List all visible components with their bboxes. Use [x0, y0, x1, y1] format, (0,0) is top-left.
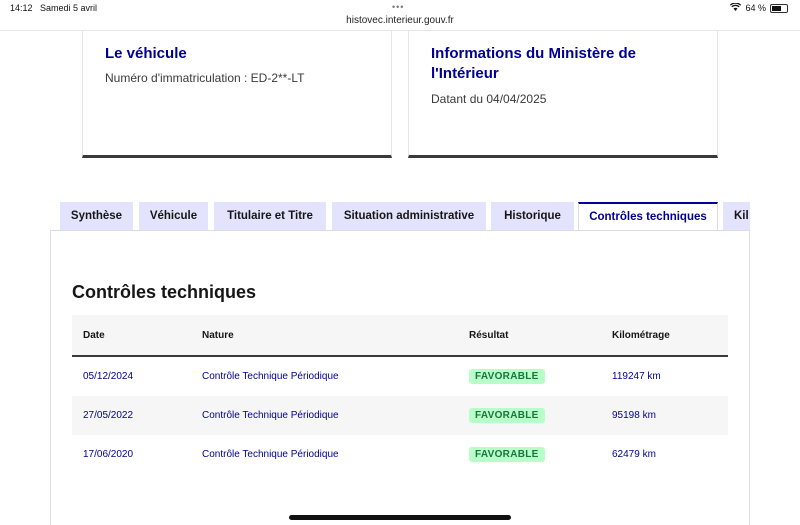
battery-percent: 64 %	[745, 3, 766, 13]
home-indicator[interactable]	[289, 515, 511, 520]
tab-bar: Synthèse Véhicule Titulaire et Titre Sit…	[60, 202, 750, 230]
registration-number: Numéro d'immatriculation : ED-2**-LT	[105, 71, 305, 85]
table-row: 27/05/2022 Contrôle Technique Périodique…	[72, 396, 728, 435]
battery-icon	[770, 3, 788, 13]
row-nature: Contrôle Technique Périodique	[202, 396, 469, 435]
status-date: Samedi 5 avril	[40, 3, 98, 13]
inspections-table: Date Nature Résultat Kilométrage 05/12/2…	[72, 315, 728, 474]
row-nature: Contrôle Technique Périodique	[202, 449, 339, 460]
row-result: FAVORABLE	[469, 356, 612, 396]
tab-kilometrage[interactable]: Kil	[723, 202, 750, 230]
ministry-card: Informations du Ministère de l'Intérieur…	[408, 31, 718, 158]
row-date: 17/06/2020	[83, 449, 134, 460]
row-mileage: 62479 km	[612, 449, 656, 460]
vehicle-card-title: Le véhicule	[105, 45, 187, 62]
table-row: 17/06/2020 Contrôle Technique Périodique…	[72, 435, 728, 474]
row-result: FAVORABLE	[469, 396, 612, 435]
address-bar[interactable]: histovec.interieur.gouv.fr	[0, 15, 800, 26]
tab-titulaire[interactable]: Titulaire et Titre	[214, 202, 326, 230]
result-badge: FAVORABLE	[469, 369, 545, 384]
row-date: 05/12/2024	[83, 371, 134, 382]
tab-synthese[interactable]: Synthèse	[60, 202, 133, 230]
table-header-row: Date Nature Résultat Kilométrage	[72, 315, 728, 357]
table-row: 05/12/2024 Contrôle Technique Périodique…	[72, 356, 728, 396]
tab-vehicule[interactable]: Véhicule	[139, 202, 208, 230]
column-header-result: Résultat	[469, 315, 612, 357]
section-title: Contrôles techniques	[72, 282, 257, 302]
column-header-mileage: Kilométrage	[612, 315, 728, 357]
result-badge: FAVORABLE	[469, 447, 545, 462]
row-result: FAVORABLE	[469, 435, 612, 474]
ministry-card-title: Informations du Ministère de l'Intérieur	[431, 45, 637, 82]
row-mileage: 119247 km	[612, 371, 661, 382]
tab-historique[interactable]: Historique	[491, 202, 574, 230]
ministry-date: Datant du 04/04/2025	[431, 92, 547, 106]
result-badge: FAVORABLE	[469, 408, 545, 423]
row-mileage: 95198 km	[612, 396, 728, 435]
column-header-nature: Nature	[202, 315, 469, 357]
vehicle-card: Le véhicule Numéro d'immatriculation : E…	[82, 31, 392, 158]
tab-situation-administrative[interactable]: Situation administrative	[332, 202, 486, 230]
column-header-date: Date	[72, 315, 202, 357]
status-right: 64 %	[730, 2, 788, 13]
row-nature: Contrôle Technique Périodique	[202, 371, 339, 382]
status-time: 14:12	[10, 3, 33, 13]
row-date: 27/05/2022	[72, 396, 202, 435]
wifi-icon	[730, 2, 742, 13]
more-dots-icon[interactable]: •••	[392, 2, 404, 12]
tab-controles-techniques[interactable]: Contrôles techniques	[578, 202, 718, 230]
